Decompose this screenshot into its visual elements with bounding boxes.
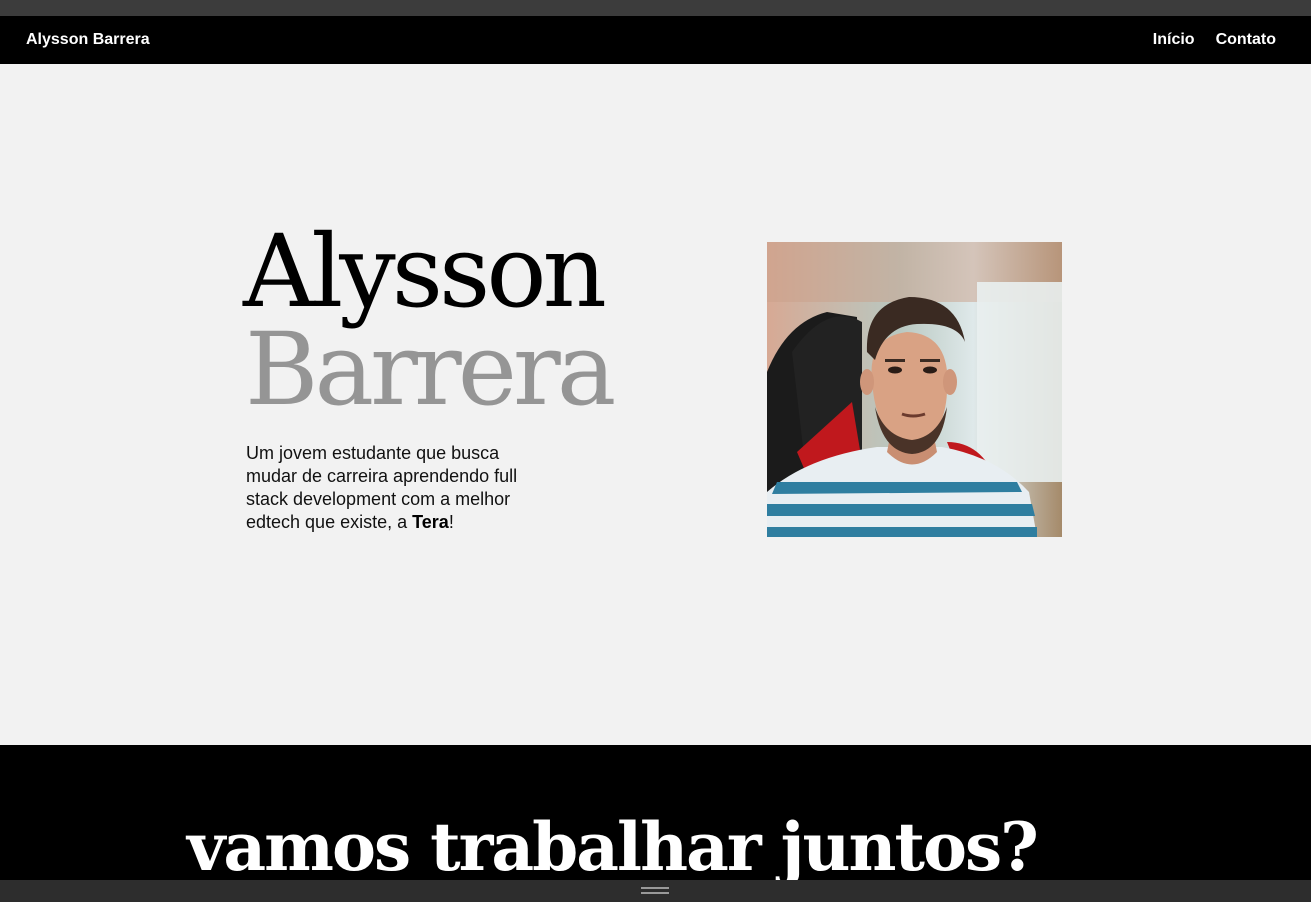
nav-link-contato[interactable]: Contato	[1216, 31, 1276, 49]
hero-description-end: !	[448, 512, 454, 532]
nav-link-inicio[interactable]: Início	[1153, 31, 1195, 49]
profile-photo	[767, 242, 1062, 537]
contact-cta-section: vamos trabalhar juntos?	[0, 745, 1311, 902]
profile-photo-illustration	[767, 242, 1062, 537]
cta-heading: vamos trabalhar juntos?	[187, 808, 1039, 886]
window-top-bar	[0, 0, 1311, 16]
hero-last-name: Barrera	[245, 311, 616, 428]
hero-description-text: Um jovem estudante que busca mudar de ca…	[246, 443, 518, 532]
hero-description-brand: Tera	[412, 512, 449, 532]
brand-name[interactable]: Alysson Barrera	[26, 31, 150, 49]
nav-links: Início Contato	[1153, 31, 1276, 49]
top-navbar: Alysson Barrera Início Contato	[0, 16, 1311, 64]
hero-first-name: Alysson	[243, 213, 607, 330]
window-bottom-bar	[0, 880, 1311, 902]
hero-description: Um jovem estudante que busca mudar de ca…	[246, 442, 546, 534]
resize-handle-icon[interactable]	[641, 887, 669, 895]
hero-section: Alysson Barrera Um jovem estudante que b…	[0, 64, 1311, 745]
